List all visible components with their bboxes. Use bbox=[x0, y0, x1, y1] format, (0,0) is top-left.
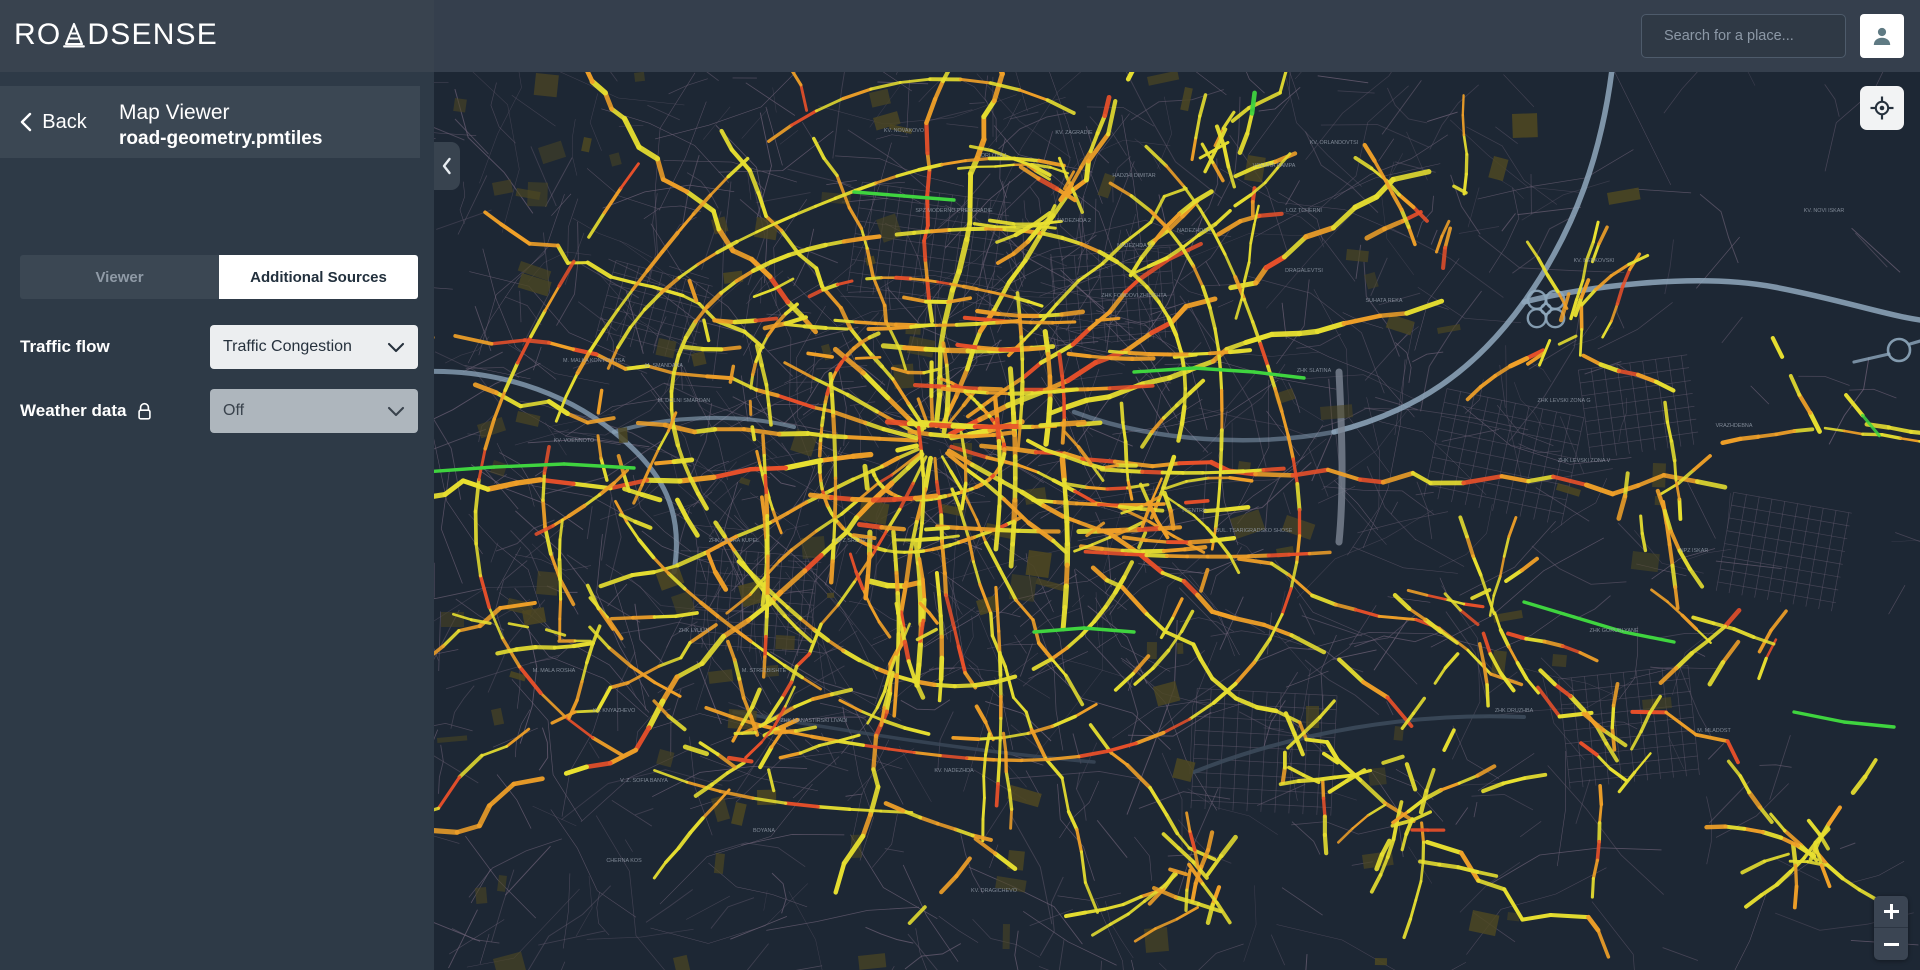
app-logo[interactable]: RO DSENSE bbox=[14, 18, 218, 52]
zoom-controls bbox=[1874, 896, 1908, 960]
svg-text:BOYANA: BOYANA bbox=[753, 828, 775, 834]
svg-text:VRAZHDEBNA: VRAZHDEBNA bbox=[1716, 423, 1753, 429]
svg-text:M. MALA ROSHA: M. MALA ROSHA bbox=[533, 668, 576, 674]
header-actions bbox=[1641, 14, 1904, 58]
svg-text:ORLOVA 1: ORLOVA 1 bbox=[981, 153, 1007, 159]
svg-text:KV. KNYAZHEVO: KV. KNYAZHEVO bbox=[593, 708, 636, 714]
traffic-flow-label: Traffic flow bbox=[20, 337, 110, 356]
search-box[interactable] bbox=[1641, 14, 1851, 58]
svg-text:ZHK LEVSKI ZONA G: ZHK LEVSKI ZONA G bbox=[1537, 398, 1590, 404]
svg-text:KV. DRAGICHEVO: KV. DRAGICHEVO bbox=[971, 888, 1017, 894]
svg-text:ZHK SLATINA: ZHK SLATINA bbox=[1297, 368, 1332, 374]
svg-text:NPZ SREDETS: NPZ SREDETS bbox=[835, 538, 873, 544]
svg-text:M. DOLNI SMARDAN: M. DOLNI SMARDAN bbox=[658, 398, 711, 404]
profile-button[interactable] bbox=[1860, 14, 1904, 58]
svg-text:VOENNA RAMPA: VOENNA RAMPA bbox=[1253, 163, 1296, 169]
traffic-flow-dropdown[interactable]: Traffic Congestion bbox=[210, 325, 418, 369]
back-button[interactable]: Back bbox=[0, 86, 105, 158]
weather-data-label-group: Weather data bbox=[20, 401, 210, 421]
tab-additional-sources[interactable]: Additional Sources bbox=[219, 255, 418, 299]
logo-text-post: DSENSE bbox=[87, 18, 218, 51]
panel-title-block: Map Viewer road-geometry.pmtiles bbox=[105, 86, 420, 158]
svg-text:ZHK GORUBLYANE: ZHK GORUBLYANE bbox=[1590, 628, 1639, 634]
panel-header: Back Map Viewer road-geometry.pmtiles bbox=[0, 72, 434, 158]
svg-text:KV. ORLANDOVTSI: KV. ORLANDOVTSI bbox=[1310, 140, 1358, 146]
svg-text:KV. ZAGRADIE: KV. ZAGRADIE bbox=[1055, 130, 1093, 136]
plus-icon bbox=[1883, 904, 1899, 919]
svg-text:CHERNA KOS: CHERNA KOS bbox=[606, 858, 642, 864]
crosshair-target-icon bbox=[1870, 96, 1894, 120]
weather-data-label: Weather data bbox=[20, 401, 127, 420]
svg-text:DRAGALEVTSI: DRAGALEVTSI bbox=[1285, 268, 1323, 274]
logo-text-pre: RO bbox=[14, 18, 62, 51]
svg-text:KV. NOVAKOVO: KV. NOVAKOVO bbox=[884, 128, 924, 134]
svg-text:M. SMANDANA: M. SMANDANA bbox=[645, 363, 683, 369]
zoom-out-button[interactable] bbox=[1874, 928, 1908, 960]
svg-text:M. MLADOST: M. MLADOST bbox=[1697, 728, 1731, 734]
control-row-traffic-flow: Traffic flow Traffic Congestion bbox=[20, 325, 418, 369]
chevron-left-icon bbox=[442, 157, 451, 175]
map-render: KV. NOVAKOVO ORLOVA 1 KV. ZAGRADIE HADZHI D… bbox=[434, 72, 1920, 970]
svg-text:NADEZHDA 3: NADEZHDA 3 bbox=[1117, 243, 1151, 249]
tab-viewer[interactable]: Viewer bbox=[20, 255, 219, 299]
search-input[interactable] bbox=[1664, 28, 1851, 44]
minus-icon bbox=[1883, 937, 1899, 952]
back-label: Back bbox=[42, 110, 87, 133]
zoom-in-button[interactable] bbox=[1874, 896, 1908, 928]
geolocate-button[interactable] bbox=[1860, 86, 1904, 130]
control-row-weather-data: Weather data Off bbox=[20, 389, 418, 433]
svg-text:KV. NOVI ISKAR: KV. NOVI ISKAR bbox=[1804, 208, 1845, 214]
svg-text:ZHK DRUZHBA: ZHK DRUZHBA bbox=[1495, 708, 1534, 714]
chevron-down-icon bbox=[387, 406, 405, 416]
sidebar-panel: Back Map Viewer road-geometry.pmtiles Vi… bbox=[0, 72, 434, 970]
svg-text:SUHATA REKA: SUHATA REKA bbox=[1366, 298, 1403, 304]
chevron-down-icon bbox=[387, 342, 405, 352]
traffic-cone-icon bbox=[62, 22, 86, 48]
chevron-left-icon bbox=[21, 112, 32, 132]
svg-text:NADEZHDA 4: NADEZHDA 4 bbox=[1177, 228, 1211, 234]
lock-icon bbox=[138, 402, 152, 420]
svg-text:ZHK MANASTIRSKI LIVADI: ZHK MANASTIRSKI LIVADI bbox=[781, 718, 848, 724]
weather-data-value: Off bbox=[223, 402, 245, 419]
collapse-sidebar-button[interactable] bbox=[434, 142, 460, 190]
svg-text:M. MALKA KONYOVITSA: M. MALKA KONYOVITSA bbox=[563, 358, 625, 364]
svg-text:LOZ TCHERNI: LOZ TCHERNI bbox=[1286, 208, 1322, 214]
svg-text:KV. VOENNOTO: KV. VOENNOTO bbox=[554, 438, 594, 444]
app-root: KV. NOVAKOVO ORLOVA 1 KV. ZAGRADIE HADZHI D… bbox=[0, 0, 1920, 970]
svg-text:KV. BENKOVSKI: KV. BENKOVSKI bbox=[1574, 258, 1615, 264]
svg-text:V. Z. SOFIA BANYA: V. Z. SOFIA BANYA bbox=[620, 778, 668, 784]
svg-text:ZHK FONDOVI ZHILISHTA: ZHK FONDOVI ZHILISHTA bbox=[1101, 293, 1167, 299]
svg-text:TSENTRE: TSENTRE bbox=[1181, 508, 1207, 514]
map-canvas[interactable]: KV. NOVAKOVO ORLOVA 1 KV. ZAGRADIE HADZHI D… bbox=[434, 72, 1920, 970]
page-subtitle: road-geometry.pmtiles bbox=[119, 128, 323, 149]
traffic-flow-label-group: Traffic flow bbox=[20, 337, 210, 357]
svg-text:BUL. TSARIGRADSKO SHOSE: BUL. TSARIGRADSKO SHOSE bbox=[1216, 528, 1293, 534]
svg-text:SPZ MODERNO PREDGRADIE: SPZ MODERNO PREDGRADIE bbox=[915, 208, 993, 214]
svg-text:ZHK LYULIN: ZHK LYULIN bbox=[679, 628, 710, 634]
weather-data-dropdown: Off bbox=[210, 389, 418, 433]
svg-text:ZHK OVCHA KUPEL: ZHK OVCHA KUPEL bbox=[709, 538, 759, 544]
svg-text:KV. NADEZHDA: KV. NADEZHDA bbox=[934, 768, 974, 774]
svg-text:M. STRELBISHTE: M. STRELBISHTE bbox=[742, 668, 787, 674]
user-avatar-icon bbox=[1873, 27, 1891, 45]
top-header: RO DSENSE bbox=[0, 0, 1920, 72]
svg-text:NADEZHDA 2: NADEZHDA 2 bbox=[1057, 218, 1091, 224]
tab-bar: Viewer Additional Sources bbox=[20, 255, 418, 299]
svg-text:ZHK LEVSKI ZONA V: ZHK LEVSKI ZONA V bbox=[1558, 458, 1611, 464]
svg-text:NPZ ISKAR: NPZ ISKAR bbox=[1680, 548, 1709, 554]
page-title: Map Viewer bbox=[119, 101, 230, 124]
traffic-flow-value: Traffic Congestion bbox=[223, 338, 352, 355]
svg-text:HADZHI DIMITAR: HADZHI DIMITAR bbox=[1112, 173, 1155, 179]
